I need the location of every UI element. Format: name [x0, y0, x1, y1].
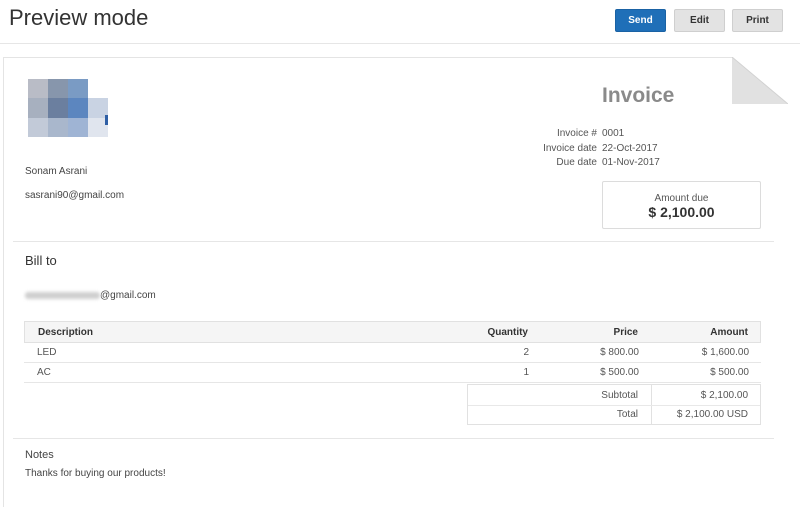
due-date-value: 01-Nov-2017 [602, 157, 660, 168]
seller-name: Sonam Asrani [25, 166, 88, 177]
totals-box: Subtotal $ 2,100.00 Total $ 2,100.00 USD [467, 384, 761, 425]
invoice-number-label: Invoice # [556, 128, 597, 139]
logo-pixel [28, 117, 48, 137]
logo-accent-mark [105, 115, 108, 125]
seller-email: sasrani90@gmail.com [25, 190, 125, 201]
column-header-quantity: Quantity [487, 327, 528, 338]
table-row: AC 1 $ 500.00 $ 500.00 [24, 363, 761, 383]
invoice-number-value: 0001 [602, 128, 625, 139]
send-button[interactable]: Send [615, 9, 666, 32]
table-header: Description Quantity Price Amount [24, 321, 761, 343]
row-quantity: 1 [523, 367, 529, 378]
logo-pixel [28, 98, 48, 118]
print-button[interactable]: Print [732, 9, 783, 32]
company-logo [28, 79, 108, 137]
section-divider [13, 438, 774, 439]
logo-pixel [48, 98, 68, 118]
invoice-heading: Invoice [602, 84, 675, 107]
row-amount: $ 1,600.00 [701, 347, 749, 358]
invoice-date-label: Invoice date [543, 143, 597, 154]
logo-pixel [68, 98, 88, 118]
bill-to-email-domain: @gmail.com [100, 289, 156, 301]
row-price: $ 800.00 [600, 347, 639, 358]
logo-pixel [88, 79, 108, 99]
amount-due-value: $ 2,100.00 [648, 204, 715, 220]
amount-due-box: Amount due $ 2,100.00 [602, 181, 761, 229]
page-title: Preview mode [9, 5, 149, 30]
logo-pixel [68, 117, 88, 137]
column-header-price: Price [613, 327, 638, 338]
notes-text: Thanks for buying our products! [25, 468, 166, 479]
column-header-amount: Amount [710, 327, 748, 338]
preview-toolbar: Preview mode Send Edit Print [0, 0, 800, 44]
bill-to-email: @gmail.com [25, 289, 156, 301]
totals-row-divider [468, 405, 760, 406]
row-description: LED [37, 347, 57, 358]
invoice-sheet [3, 57, 788, 507]
row-amount: $ 500.00 [710, 367, 749, 378]
row-quantity: 2 [523, 347, 529, 358]
logo-pixel [48, 117, 68, 137]
row-price: $ 500.00 [600, 367, 639, 378]
notes-title: Notes [25, 449, 54, 461]
logo-pixel [28, 79, 48, 99]
logo-pixel [68, 79, 88, 99]
invoice-date-value: 22-Oct-2017 [602, 143, 658, 154]
redacted-name [25, 291, 100, 299]
total-value: $ 2,100.00 USD [676, 409, 748, 420]
row-description: AC [37, 367, 51, 378]
page-fold-corner [732, 57, 788, 104]
bill-to-title: Bill to [25, 253, 57, 268]
table-row: LED 2 $ 800.00 $ 1,600.00 [24, 343, 761, 363]
subtotal-label: Subtotal [601, 390, 638, 401]
due-date-label: Due date [556, 157, 597, 168]
amount-due-label: Amount due [654, 193, 709, 204]
section-divider [13, 241, 774, 242]
column-header-description: Description [38, 327, 94, 338]
total-label: Total [616, 409, 638, 420]
logo-pixel [48, 79, 68, 99]
subtotal-value: $ 2,100.00 [700, 390, 748, 401]
edit-button[interactable]: Edit [674, 9, 725, 32]
